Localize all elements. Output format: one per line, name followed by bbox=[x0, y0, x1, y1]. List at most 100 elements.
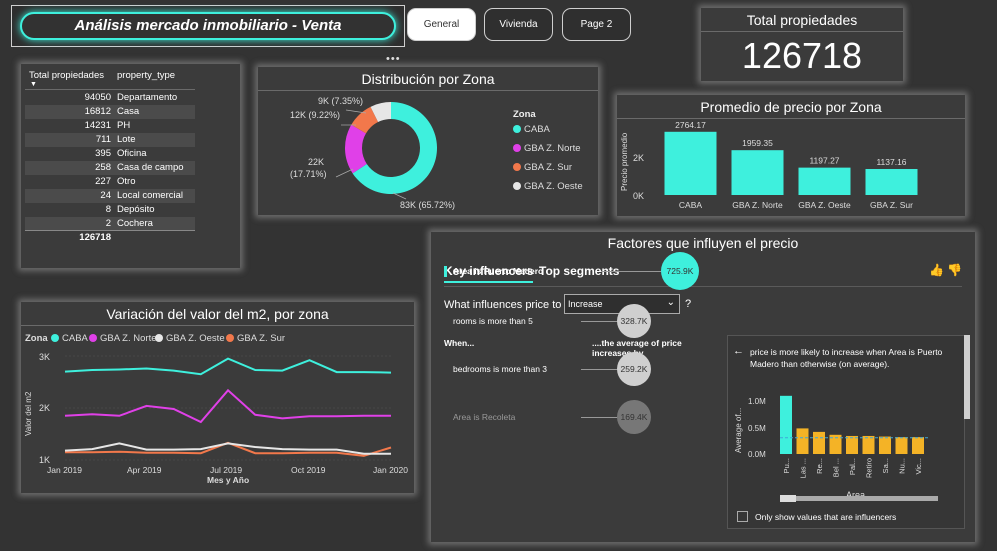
line-series-gba-z-norte[interactable] bbox=[64, 388, 391, 424]
row-type: Local comercial bbox=[117, 190, 183, 201]
back-arrow-icon[interactable]: ← bbox=[733, 345, 744, 357]
bar-ytick-0k: 0K bbox=[633, 191, 644, 201]
legend-dot-icon bbox=[513, 182, 521, 190]
table-row[interactable]: 14231 PH bbox=[25, 119, 195, 133]
detail-bar-6[interactable] bbox=[879, 436, 891, 454]
table-header-count[interactable]: Total propiedades bbox=[29, 70, 104, 81]
donut-legend-item[interactable]: GBA Z. Oeste bbox=[513, 181, 583, 192]
influencers-title: Factores que influyen el precio bbox=[607, 235, 799, 251]
line-series-caba[interactable] bbox=[64, 357, 392, 376]
row-type: Casa de campo bbox=[117, 162, 184, 173]
line-legend-item[interactable]: GBA Z. Norte bbox=[89, 333, 157, 344]
row-type: Lote bbox=[117, 134, 136, 145]
influencer-bubble[interactable]: 169.4K bbox=[617, 400, 651, 434]
row-type: PH bbox=[117, 120, 131, 131]
donut-label-norte-b: (17.71%) bbox=[290, 169, 327, 179]
kpi-value: 126718 bbox=[741, 35, 863, 76]
line-legend-item[interactable]: GBA Z. Oeste bbox=[155, 333, 225, 344]
detail-ylabel: Average of... bbox=[734, 408, 743, 453]
line-xlabel: Mes y Año bbox=[207, 475, 249, 485]
bar-1[interactable] bbox=[731, 150, 784, 195]
thumbs-down-icon[interactable]: 👎 bbox=[947, 263, 962, 277]
bar-value-label: 2764.17 bbox=[675, 120, 706, 130]
donut-slice-1[interactable] bbox=[345, 124, 367, 174]
influencer-label: rooms is more than 5 bbox=[453, 316, 533, 326]
detail-bar-label: Sa... bbox=[881, 458, 890, 473]
panel-scrollbar[interactable] bbox=[964, 335, 970, 419]
table-row[interactable]: 16812 Casa bbox=[25, 105, 195, 119]
influencer-item[interactable]: rooms is more than 5 328.7K bbox=[431, 304, 721, 344]
detail-bar-2[interactable] bbox=[813, 431, 825, 454]
detail-bar-0[interactable] bbox=[780, 395, 792, 454]
bar-ylabel: Precio promedio bbox=[620, 132, 629, 191]
table-row[interactable]: 395 Oficina bbox=[25, 147, 195, 161]
line-ytick-2k: 2K bbox=[39, 403, 50, 413]
row-count: 258 bbox=[95, 162, 111, 173]
bar-value-label: 1197.27 bbox=[809, 156, 839, 166]
donut-label-sur: 12K (9.22%) bbox=[290, 110, 340, 120]
checkbox-label: Only show values that are influencers bbox=[755, 512, 897, 522]
detail-bar-4[interactable] bbox=[846, 435, 858, 454]
table-row[interactable]: 258 Casa de campo bbox=[25, 161, 195, 175]
row-count: 94050 bbox=[84, 92, 111, 103]
kpi-card: Total propiedades 126718 bbox=[701, 8, 903, 81]
influencer-item[interactable]: Area is Puerto Madero 725.9K bbox=[431, 252, 721, 294]
influencer-checkbox[interactable] bbox=[737, 511, 748, 522]
table-row[interactable]: 8 Depósito bbox=[25, 203, 195, 217]
line-legend-item[interactable]: CABA bbox=[51, 333, 88, 344]
line-xtick-0: Jan 2019 bbox=[47, 465, 82, 475]
detail-bar-7[interactable] bbox=[895, 437, 908, 454]
influencer-label: Area is Puerto Madero bbox=[453, 266, 544, 276]
table-row[interactable]: 227 Otro bbox=[25, 175, 195, 189]
detail-bar-label: Vic... bbox=[914, 458, 923, 475]
influencer-bubble[interactable]: 259.2K bbox=[617, 352, 651, 386]
tab-page-2[interactable]: Page 2 bbox=[562, 8, 631, 41]
influencer-detail-panel: ← price is more likely to increase when … bbox=[727, 335, 965, 529]
tab-vivienda[interactable]: Vivienda bbox=[484, 8, 553, 41]
influencer-bubble[interactable]: 328.7K bbox=[617, 304, 651, 338]
detail-scrollbar[interactable] bbox=[780, 496, 938, 501]
donut-legend-item[interactable]: CABA bbox=[513, 124, 550, 135]
detail-ytick-2: 0.5M bbox=[748, 424, 766, 433]
bar-value-label: 1137.16 bbox=[876, 157, 906, 167]
thumbs-up-icon[interactable]: 👍 bbox=[929, 263, 944, 277]
row-type: Cochera bbox=[117, 218, 153, 229]
table-row[interactable]: 711 Lote bbox=[25, 133, 195, 147]
row-count: 2 bbox=[105, 218, 111, 229]
donut-card: Distribución por Zona 9K (7.35%) 12K (9.… bbox=[258, 67, 598, 215]
detail-bar-5[interactable] bbox=[862, 435, 875, 454]
bar-3[interactable] bbox=[865, 168, 918, 195]
line-card: Variación del valor del m2, por zona Zon… bbox=[21, 302, 414, 493]
detail-ytick-1: 1.0M bbox=[748, 397, 766, 406]
detail-bar-8[interactable] bbox=[912, 437, 924, 454]
table-header-type[interactable]: property_type bbox=[117, 70, 175, 81]
arrow-line bbox=[581, 321, 621, 322]
influencer-item[interactable]: bedrooms is more than 3 259.2K bbox=[431, 352, 721, 392]
detail-bar-label: Nu... bbox=[898, 458, 907, 474]
table-row[interactable]: 24 Local comercial bbox=[25, 189, 195, 203]
arrow-line bbox=[581, 369, 621, 370]
bar-2[interactable] bbox=[798, 167, 851, 195]
line-legend-item[interactable]: GBA Z. Sur bbox=[226, 333, 285, 344]
donut-legend-item[interactable]: GBA Z. Norte bbox=[513, 143, 581, 154]
more-options-icon[interactable]: ••• bbox=[386, 53, 401, 65]
bar-0[interactable] bbox=[664, 131, 717, 195]
line-chart: Valor del m2 3K 2K 1K Jan 2019 Apr 2019 … bbox=[24, 352, 408, 485]
row-count: 227 bbox=[95, 176, 111, 187]
donut-legend-item[interactable]: GBA Z. Sur bbox=[513, 162, 572, 173]
influencer-bubble[interactable]: 725.9K bbox=[661, 252, 699, 290]
line-xtick-2: Jul 2019 bbox=[210, 465, 242, 475]
bar-card: Promedio de precio por Zona Precio prome… bbox=[617, 95, 965, 216]
influencer-label: Area is Recoleta bbox=[453, 412, 516, 422]
legend-label: GBA Z. Oeste bbox=[524, 181, 583, 192]
detail-bar-1[interactable] bbox=[796, 428, 809, 454]
tab-general[interactable]: General bbox=[407, 8, 476, 41]
row-type: Depósito bbox=[117, 204, 155, 215]
legend-label: GBA Z. Sur bbox=[524, 162, 573, 173]
table-row[interactable]: 94050 Departamento bbox=[25, 91, 195, 105]
donut-label-norte-a: 22K bbox=[308, 157, 324, 167]
table-row[interactable]: 2 Cochera bbox=[25, 217, 195, 231]
donut-label-caba: 83K (65.72%) bbox=[400, 200, 455, 210]
influencer-item[interactable]: Area is Recoleta 169.4K bbox=[431, 400, 721, 440]
detail-scrollbar-thumb[interactable] bbox=[780, 495, 796, 502]
